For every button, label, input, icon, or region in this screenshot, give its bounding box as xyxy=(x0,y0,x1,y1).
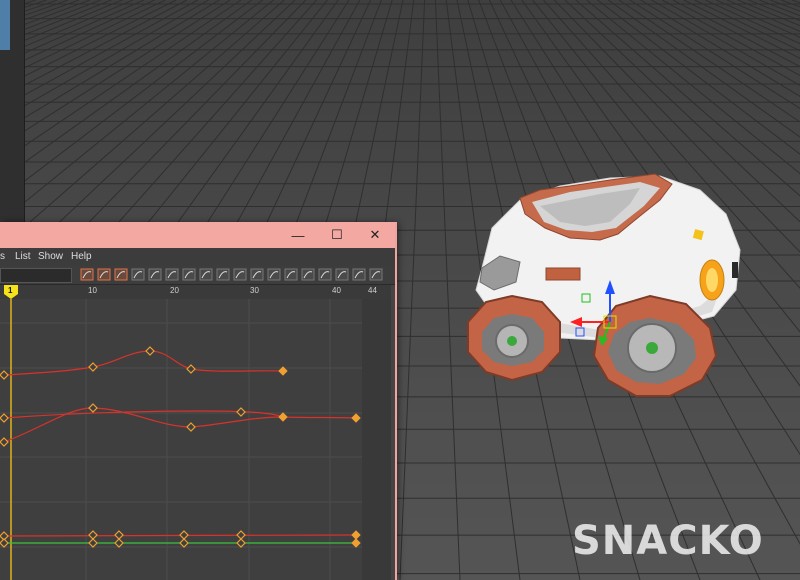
frame-tick-40: 40 xyxy=(332,286,341,295)
toolbar xyxy=(0,266,395,285)
menu-item-help[interactable]: Help xyxy=(71,251,92,262)
clamped-tangent-icon[interactable] xyxy=(165,268,179,281)
curve-graph[interactable] xyxy=(0,299,391,580)
time-ruler[interactable]: 1 10 20 30 40 44 xyxy=(0,285,391,299)
frame-selection-icon[interactable] xyxy=(97,268,111,281)
graph-editor-window[interactable]: — ☐ ✕ s List Show Help 1 10 20 30 40 44 xyxy=(0,222,397,580)
unify-tangent-icon[interactable] xyxy=(267,268,281,281)
rear-wheel xyxy=(467,294,561,382)
tangent-icon[interactable] xyxy=(318,268,332,281)
free-weight-icon[interactable] xyxy=(284,268,298,281)
linear-tangent-icon[interactable] xyxy=(182,268,196,281)
menu-item-show[interactable]: Show xyxy=(38,251,63,262)
spline-tangent-icon[interactable] xyxy=(148,268,162,281)
watermark-text: SNACKO xyxy=(572,518,764,564)
lock-weight-icon[interactable] xyxy=(301,268,315,281)
move-key-icon[interactable] xyxy=(335,268,349,281)
menu-bar: s List Show Help xyxy=(0,248,395,266)
dope-sheet-icon[interactable] xyxy=(352,268,366,281)
curve-search-field[interactable] xyxy=(0,268,72,283)
menu-item-keys[interactable]: s xyxy=(0,251,5,262)
panel-accent xyxy=(0,0,10,50)
flat-tangent-icon[interactable] xyxy=(199,268,213,281)
minimize-button[interactable]: — xyxy=(281,222,315,248)
frame-tick-10: 10 xyxy=(88,286,97,295)
frame-tick-30: 30 xyxy=(250,286,259,295)
curve-b xyxy=(3,410,357,419)
frame-playback-icon[interactable] xyxy=(114,268,128,281)
auto-tangent-icon[interactable] xyxy=(131,268,145,281)
frame-tick-44: 44 xyxy=(368,286,377,295)
watermark-logo: SNACKO xyxy=(572,518,764,564)
frame-tick-20: 20 xyxy=(170,286,179,295)
title-bar[interactable]: — ☐ ✕ xyxy=(0,222,395,248)
plateau-tangent-icon[interactable] xyxy=(233,268,247,281)
frame-all-icon[interactable] xyxy=(80,268,94,281)
step-tangent-icon[interactable] xyxy=(216,268,230,281)
break-tangent-icon[interactable] xyxy=(250,268,264,281)
left-panel-edge xyxy=(0,0,25,225)
maximize-button[interactable]: ☐ xyxy=(320,222,354,248)
current-frame-label: 1 xyxy=(8,286,13,295)
close-button[interactable]: ✕ xyxy=(358,222,392,248)
camera-icon[interactable] xyxy=(369,268,383,281)
menu-item-list[interactable]: List xyxy=(15,251,31,262)
curve-a xyxy=(3,350,284,376)
